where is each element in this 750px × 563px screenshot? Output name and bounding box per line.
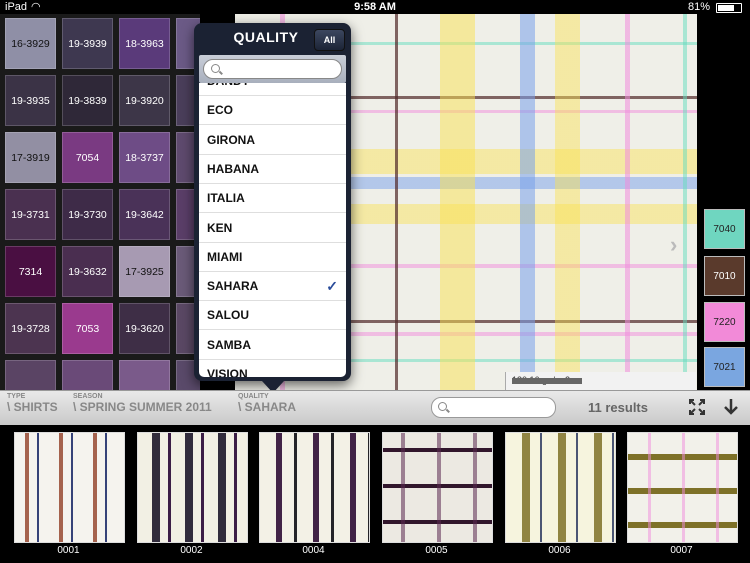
- fabric-thumbnail[interactable]: [259, 432, 370, 543]
- quality-option-label: MIAMI: [207, 249, 243, 264]
- thumbnail-label: 0006: [548, 545, 571, 556]
- color-swatch-grid: 16-3929 19-3939 18-3963 19-3935 19-3839 19-39…: [0, 14, 200, 390]
- color-swatch[interactable]: 19-3920: [119, 75, 170, 126]
- fabric-thumbnail-strip: 0001 0002 0004 0005 0006 0007: [0, 425, 750, 563]
- search-bar: [199, 55, 346, 83]
- color-chip[interactable]: 7040: [704, 209, 745, 249]
- color-swatch[interactable]: 17-3925: [119, 246, 170, 297]
- quality-option-label: VISION: [207, 367, 248, 377]
- quality-option[interactable]: SAHARA ✓: [199, 272, 346, 302]
- quality-option-label: SAHARA: [207, 279, 259, 294]
- quality-option[interactable]: HABANA: [199, 155, 346, 184]
- filter-bar: TYPE \ SHIRTS SEASON \ SPRING SUMMER 201…: [0, 390, 750, 426]
- type-filter-label: TYPE: [7, 393, 26, 400]
- thumbnail-label: 0001: [57, 545, 80, 556]
- color-swatch[interactable]: 19-3632: [62, 246, 113, 297]
- all-button[interactable]: All: [314, 29, 345, 51]
- color-swatch[interactable]: 19-3731: [5, 189, 56, 240]
- color-swatch[interactable]: 16-3929: [5, 18, 56, 69]
- popover-search-input[interactable]: [203, 59, 342, 79]
- fabric-thumbnail[interactable]: [382, 432, 493, 543]
- thumbnail-label: 0004: [302, 545, 325, 556]
- color-swatch[interactable]: 7053: [62, 303, 113, 354]
- color-chip[interactable]: 7220: [704, 302, 745, 342]
- search-input[interactable]: [431, 397, 556, 418]
- quality-filter-label: QUALITY: [238, 393, 269, 400]
- status-bar: iPad ◠ 9:58 AM 81%: [0, 0, 750, 14]
- results-count: 11 results: [588, 400, 648, 415]
- quality-option[interactable]: MIAMI: [199, 243, 346, 272]
- expand-icon[interactable]: [688, 398, 706, 416]
- quality-filter-value: \ SAHARA: [238, 400, 297, 414]
- color-swatch[interactable]: 19-3935: [5, 75, 56, 126]
- thumbnail-label: 0002: [180, 545, 203, 556]
- color-swatch[interactable]: 19-3939: [62, 18, 113, 69]
- color-swatch[interactable]: 19-3642: [119, 189, 170, 240]
- quality-option-label: HABANA: [207, 161, 259, 176]
- color-swatch[interactable]: 7314: [5, 246, 56, 297]
- color-swatch[interactable]: 19-3730: [62, 189, 113, 240]
- type-filter-value: \ SHIRTS: [7, 400, 58, 414]
- quality-option-label: GIRONA: [207, 132, 255, 147]
- search-icon: [438, 402, 447, 411]
- quality-option-label: SALOU: [207, 308, 249, 323]
- search-icon: [211, 64, 220, 73]
- clock: 9:58 AM: [354, 1, 396, 13]
- thumbnail-label: 0007: [670, 545, 693, 556]
- scale-bar: [512, 378, 582, 384]
- quality-option[interactable]: DANDY: [199, 83, 346, 96]
- fabric-thumbnail[interactable]: [14, 432, 125, 543]
- battery-percentage: 81%: [687, 1, 710, 13]
- color-swatch[interactable]: [62, 360, 113, 390]
- color-swatch[interactable]: [119, 360, 170, 390]
- quality-option[interactable]: ITALIA: [199, 184, 346, 214]
- thumbnail-label: 0005: [425, 545, 448, 556]
- fabric-thumbnail[interactable]: [627, 432, 738, 543]
- quality-option-label: KEN: [207, 220, 233, 235]
- color-swatch[interactable]: 17-3919: [5, 132, 56, 183]
- quality-option[interactable]: SALOU: [199, 301, 346, 331]
- battery-icon: [716, 3, 742, 13]
- quality-option[interactable]: SAMBA: [199, 331, 346, 360]
- type-filter[interactable]: TYPE \ SHIRTS: [7, 393, 58, 414]
- download-arrow-icon[interactable]: [724, 398, 738, 416]
- fabric-thumbnail[interactable]: [137, 432, 248, 543]
- season-filter-value: \ SPRING SUMMER 2011: [73, 400, 212, 414]
- quality-option-label: SAMBA: [207, 337, 251, 352]
- quality-filter[interactable]: QUALITY \ SAHARA: [238, 393, 296, 414]
- color-chip[interactable]: 7021: [704, 347, 745, 387]
- quality-option[interactable]: KEN: [199, 214, 346, 243]
- fabric-info-bar: 130.16 gr / m2: [505, 372, 696, 390]
- color-chip[interactable]: 7010: [704, 256, 745, 296]
- color-swatch[interactable]: 18-3737: [119, 132, 170, 183]
- color-swatch[interactable]: [5, 360, 56, 390]
- checkmark-icon: ✓: [326, 278, 338, 295]
- fabric-thumbnail[interactable]: [505, 432, 616, 543]
- color-swatch[interactable]: 7054: [62, 132, 113, 183]
- next-arrow-icon[interactable]: ›: [670, 232, 677, 258]
- color-swatch[interactable]: 19-3839: [62, 75, 113, 126]
- quality-option[interactable]: VISION: [199, 360, 346, 377]
- quality-list: DANDY ECO GIRONA HABANA ITALIA KEN MIAMI SAHARA…: [199, 83, 346, 377]
- quality-option-label: DANDY: [207, 83, 250, 88]
- color-swatch[interactable]: 18-3963: [119, 18, 170, 69]
- quality-option[interactable]: GIRONA: [199, 126, 346, 155]
- color-swatch[interactable]: 19-3728: [5, 303, 56, 354]
- season-filter-label: SEASON: [73, 393, 103, 400]
- quality-option[interactable]: ECO: [199, 96, 346, 126]
- quality-option-label: ECO: [207, 103, 234, 118]
- color-swatch[interactable]: 19-3620: [119, 303, 170, 354]
- quality-option-label: ITALIA: [207, 191, 245, 206]
- season-filter[interactable]: SEASON \ SPRING SUMMER 2011: [73, 393, 212, 414]
- quality-popover: QUALITY All DANDYECOGIRONAHABANAITALIAKE…: [194, 23, 351, 381]
